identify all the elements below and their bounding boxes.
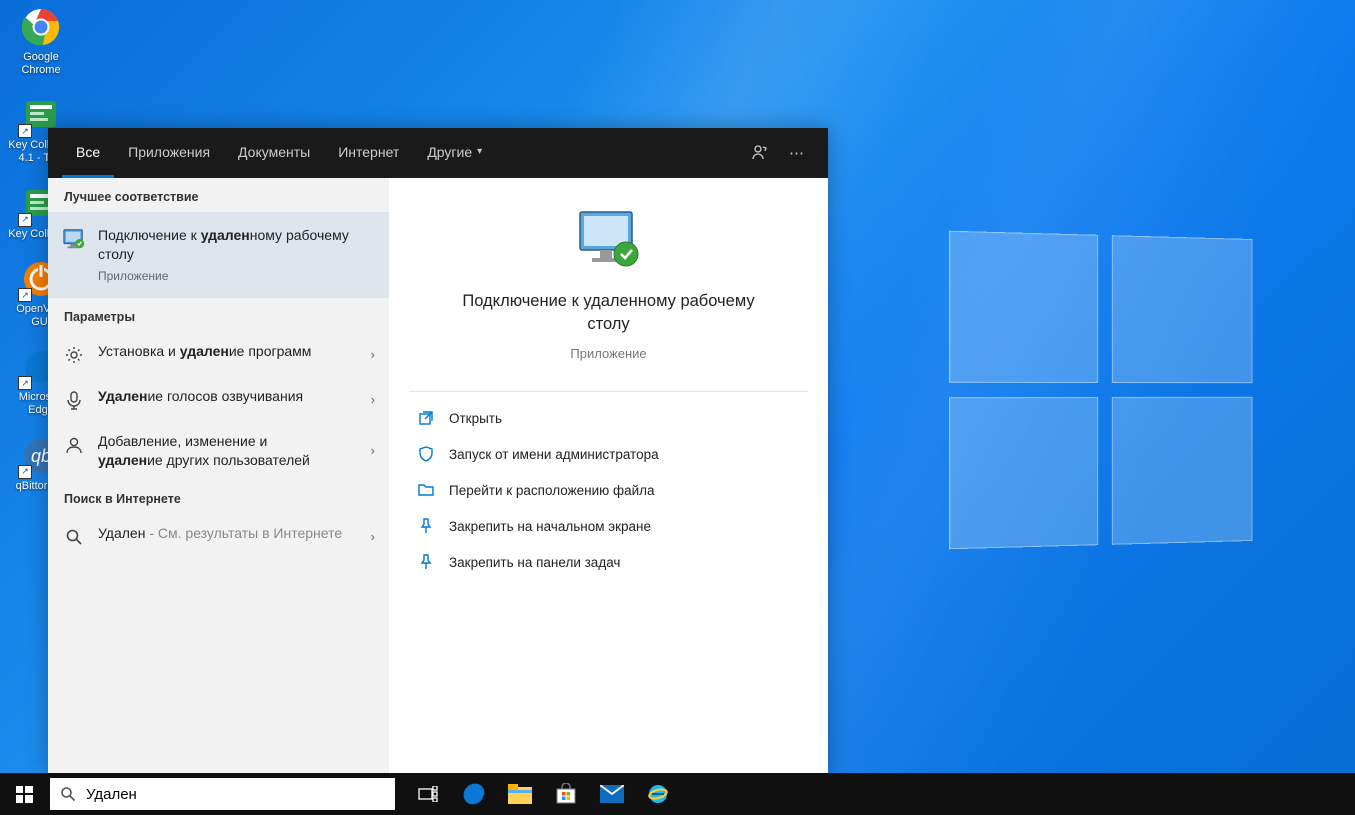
result-subtitle: Приложение [98,268,375,284]
section-web: Поиск в Интернете [48,480,389,514]
gear-icon [62,343,86,367]
shortcut-arrow-icon: ↗ [18,213,32,227]
more-options-icon[interactable]: ⋯ [779,144,814,162]
desktop-icon-chrome[interactable]: Google Chrome [6,6,76,76]
section-best-match: Лучшее соответствие [48,178,389,212]
taskbar-app-explorer[interactable] [497,773,543,815]
shield-icon [417,445,435,463]
taskview-button[interactable] [405,773,451,815]
action-pin-start[interactable]: Закрепить на начальном экране [409,508,808,544]
folder-icon [417,481,435,499]
user-icon [62,433,86,457]
tab-more[interactable]: Другие [413,128,496,178]
chevron-right-icon: › [371,443,375,458]
feedback-icon[interactable] [741,144,779,162]
result-title-bold: удален [201,227,250,243]
search-icon [62,525,86,549]
windows-logo-icon [16,786,33,803]
shortcut-arrow-icon: ↗ [18,288,32,302]
preview-subtitle: Приложение [570,346,646,361]
taskbar-search-box[interactable] [50,778,395,810]
chevron-right-icon: › [371,347,375,362]
result-best-match[interactable]: Подключение к удаленному рабочему столу … [48,212,389,298]
taskbar-app-edge[interactable] [451,773,497,815]
shortcut-arrow-icon: ↗ [18,124,32,138]
action-file-location[interactable]: Перейти к расположению файла [409,472,808,508]
result-title-part: Подключение к [98,227,201,243]
search-results-panel: Все Приложения Документы Интернет Другие… [48,128,828,773]
pin-icon [417,517,435,535]
taskbar-app-ie[interactable] [635,773,681,815]
wallpaper-windows-logo [949,231,1252,550]
result-web-search[interactable]: Удален - См. результаты в Интернете › [48,514,389,559]
action-open[interactable]: Открыть [409,400,808,436]
shortcut-arrow-icon: ↗ [18,376,32,390]
tab-all[interactable]: Все [62,128,114,178]
chevron-right-icon: › [371,392,375,407]
section-settings: Параметры [48,298,389,332]
action-pin-taskbar[interactable]: Закрепить на панели задач [409,544,808,580]
result-settings-voices[interactable]: Удаление голосов озвучивания › [48,377,389,422]
desktop-icon-label: Google Chrome [6,51,76,76]
shortcut-arrow-icon: ↗ [18,465,32,479]
action-run-admin[interactable]: Запуск от имени администратора [409,436,808,472]
open-icon [417,409,435,427]
tab-docs[interactable]: Документы [224,128,324,178]
tab-apps[interactable]: Приложения [114,128,224,178]
chevron-right-icon: › [371,529,375,544]
search-preview-pane: Подключение к удаленному рабочему столу … [389,178,828,773]
search-icon [60,786,76,802]
taskbar-app-mail[interactable] [589,773,635,815]
taskbar-app-store[interactable] [543,773,589,815]
rdp-large-icon [574,208,644,270]
search-input[interactable] [86,786,385,803]
rdp-icon [62,227,86,251]
microphone-icon [62,388,86,412]
taskbar [0,773,1355,815]
start-button[interactable] [0,773,48,815]
search-tabs-bar: Все Приложения Документы Интернет Другие… [48,128,828,178]
result-settings-users[interactable]: Добавление, изменение иудаление других п… [48,422,389,480]
preview-title: Подключение к удаленному рабочему столу [459,290,759,336]
result-settings-uninstall[interactable]: Установка и удаление программ › [48,332,389,377]
pin-icon [417,553,435,571]
search-results-list: Лучшее соответствие Подключение к удален… [48,178,389,773]
tab-web[interactable]: Интернет [324,128,413,178]
